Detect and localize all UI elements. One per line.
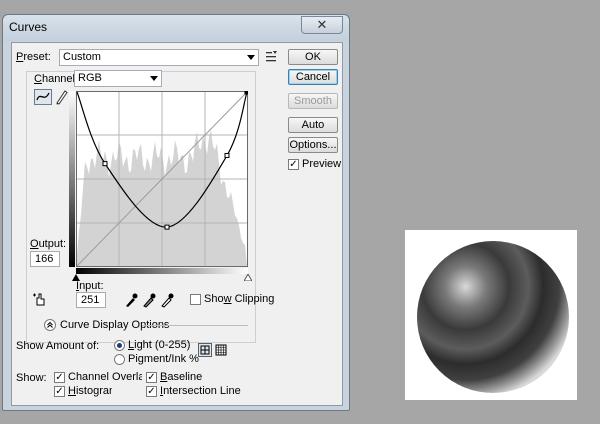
white-eyedropper-icon[interactable]: [160, 292, 174, 308]
output-label: Output:: [30, 238, 67, 250]
pigment-radio[interactable]: [114, 354, 125, 365]
curve-control-point: [224, 152, 230, 158]
chevron-down-icon: [247, 55, 255, 60]
pencil-tool-icon[interactable]: [54, 89, 68, 105]
curve-control-point: [244, 91, 248, 95]
document-canvas: [405, 230, 577, 400]
curve-control-point: [102, 161, 108, 167]
cancel-button[interactable]: Cancel: [288, 69, 338, 85]
baseline-checkbox[interactable]: ✓: [146, 372, 157, 383]
curves-dialog: Curves ✕ Preset: Custom OK Cancel Smooth…: [2, 14, 350, 411]
ok-button[interactable]: OK: [288, 49, 338, 65]
histogram-checkbox[interactable]: ✓: [54, 386, 65, 397]
light-label: Light (0-255): [128, 339, 191, 351]
curve-tool-icon[interactable]: [34, 89, 52, 105]
chevron-down-icon: [150, 76, 158, 81]
gray-eyedropper-icon[interactable]: [142, 292, 156, 308]
show-amount-label: Show Amount of:: [16, 340, 100, 352]
auto-button[interactable]: Auto: [288, 117, 338, 133]
channel-overlays-label: Channel Overlays: [68, 371, 142, 383]
channel-select[interactable]: RGB: [74, 70, 162, 87]
intersection-line-checkbox[interactable]: ✓: [146, 386, 157, 397]
targeted-adjustment-icon[interactable]: [32, 291, 48, 307]
close-button[interactable]: ✕: [301, 16, 343, 34]
input-gradient: [76, 268, 248, 274]
output-field[interactable]: 166: [30, 251, 60, 267]
show-clipping-label: Show Clipping: [204, 293, 275, 305]
baseline-label: Baseline: [160, 371, 203, 383]
sphere-image: [417, 241, 569, 393]
smooth-button[interactable]: Smooth: [288, 93, 338, 109]
dialog-title: Curves: [9, 20, 48, 34]
preset-options-icon[interactable]: [266, 51, 278, 63]
show-clipping-checkbox[interactable]: [190, 294, 201, 305]
show-label: Show:: [16, 372, 47, 384]
pigment-label: Pigment/Ink %: [128, 353, 199, 365]
preset-label: Preset:: [16, 51, 51, 63]
curve-graph[interactable]: [76, 91, 248, 267]
title-bar[interactable]: Curves ✕: [3, 15, 349, 41]
section-divider: [142, 325, 248, 326]
preview-checkbox[interactable]: ✓: [288, 159, 299, 170]
detailed-grid-icon[interactable]: [215, 344, 227, 356]
channel-overlays-checkbox[interactable]: ✓: [54, 372, 65, 383]
histogram-label: Histogram: [68, 385, 112, 397]
options-button[interactable]: Options...: [288, 137, 338, 153]
input-field[interactable]: 251: [76, 292, 106, 308]
output-gradient: [69, 91, 75, 267]
channel-label: Channel:: [32, 73, 81, 85]
dialog-client: Preset: Custom OK Cancel Smooth Auto Opt…: [11, 42, 343, 406]
collapse-toggle-icon[interactable]: [44, 319, 56, 331]
intersection-line-label: Intersection Line: [160, 385, 241, 397]
input-label: Input:: [76, 280, 104, 292]
light-radio[interactable]: [114, 340, 125, 351]
simple-grid-icon[interactable]: [198, 343, 212, 357]
curve-control-point: [164, 224, 170, 230]
preview-label: Preview: [302, 158, 342, 170]
black-eyedropper-icon[interactable]: [124, 292, 138, 308]
preset-select[interactable]: Custom: [59, 49, 259, 66]
preset-value: Custom: [63, 51, 101, 63]
white-point-slider[interactable]: [244, 274, 252, 281]
channel-value: RGB: [78, 72, 102, 84]
